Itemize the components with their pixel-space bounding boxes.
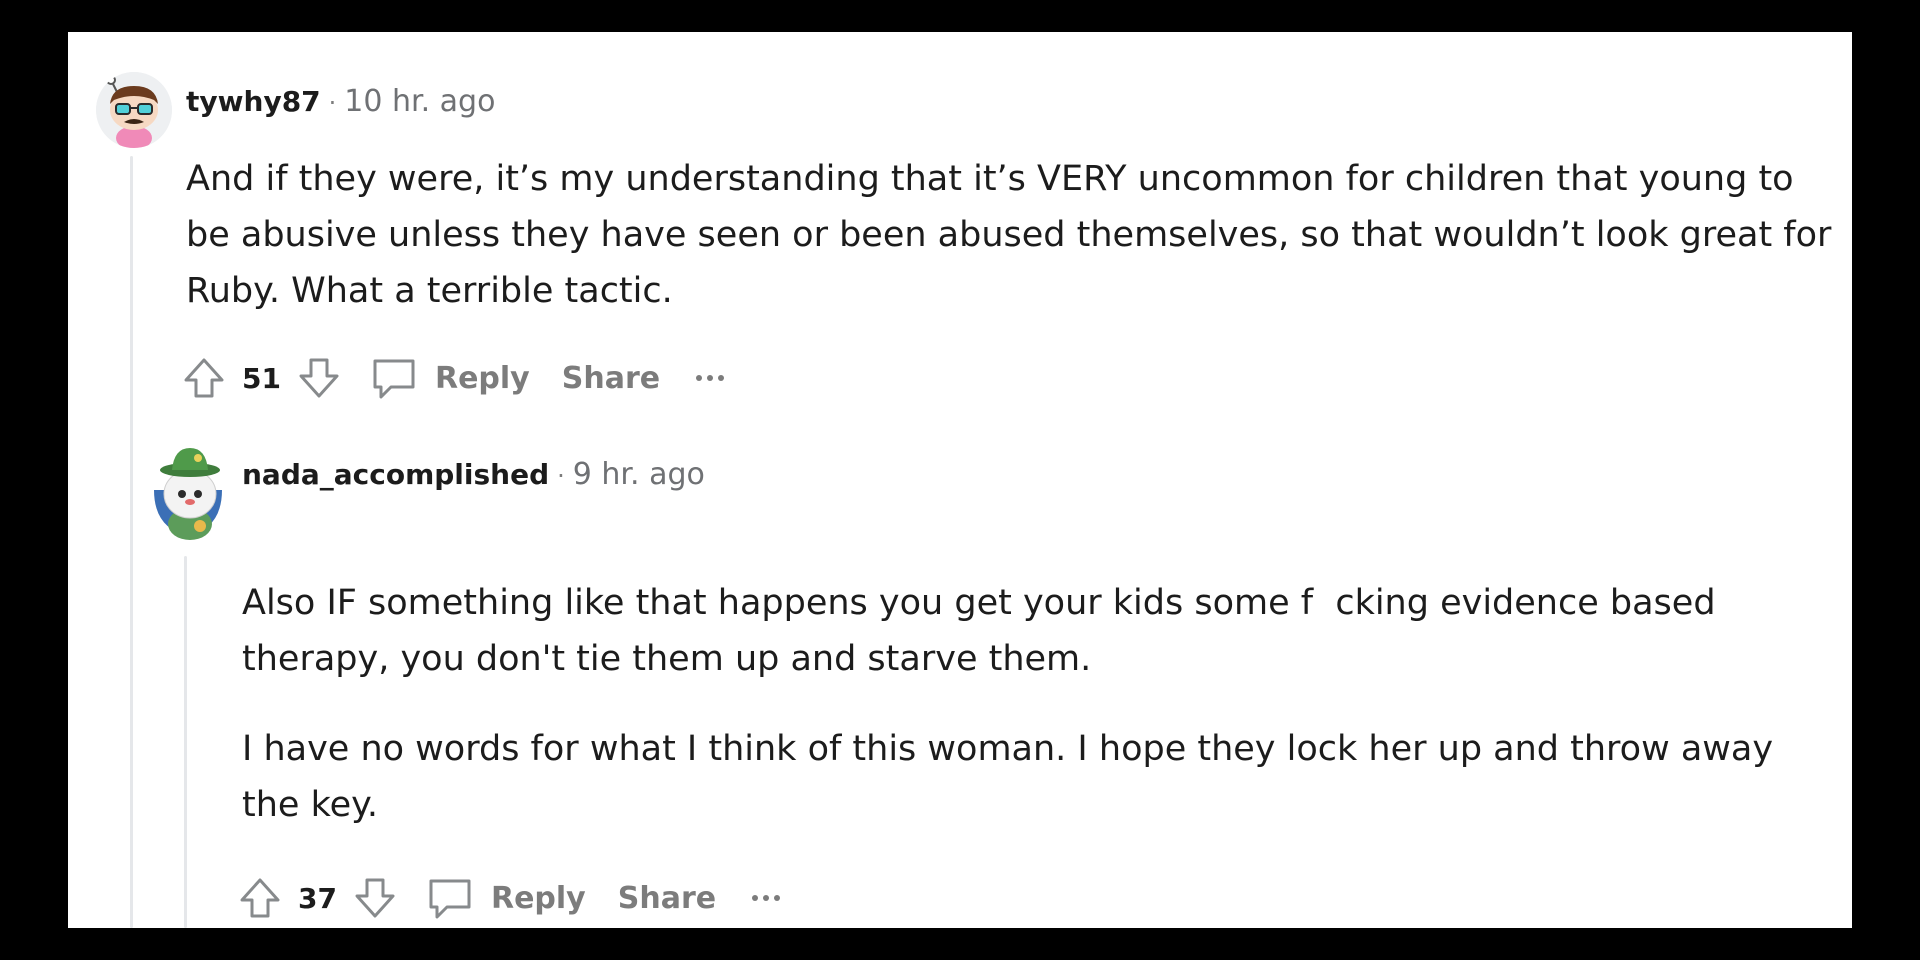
comment-bubble-icon [425,873,475,923]
downvote-icon[interactable] [351,874,399,922]
comment-paragraph: Also IF something like that happens you … [242,583,1727,679]
snoo-avatar-glasses-icon [96,72,172,148]
meta-separator: · [557,462,565,490]
downvote-icon[interactable] [295,354,343,402]
avatar[interactable] [150,440,226,544]
username[interactable]: tywhy87 [186,85,321,118]
vote-count: 37 [298,881,337,915]
timestamp[interactable]: 10 hr. ago [344,84,495,119]
timestamp[interactable]: 9 hr. ago [573,457,705,492]
more-options-icon[interactable] [752,895,781,901]
comment-actions: 51 Reply Share [180,350,725,406]
reply-button[interactable]: Reply [425,873,586,923]
comment-bubble-icon [369,353,419,403]
username[interactable]: nada_accomplished [242,458,549,491]
snoo-avatar-green-hat-icon [150,440,226,544]
more-options-icon[interactable] [696,375,725,381]
avatar[interactable] [96,72,172,148]
thread-line[interactable] [130,156,133,928]
comment-thread-panel: tywhy87 · 10 hr. ago And if they were, i… [68,32,1852,928]
share-button[interactable]: Share [618,881,716,916]
comment-paragraph: I have no words for what I think of this… [242,729,1774,825]
comment-meta: nada_accomplished · 9 hr. ago [242,457,705,492]
meta-separator: · [328,89,337,117]
comment-meta: tywhy87 · 10 hr. ago [186,84,495,119]
reply-button[interactable]: Reply [369,353,530,403]
comment-actions: 37 Reply Share [236,870,781,926]
vote-count: 51 [242,361,281,395]
thread-line[interactable] [184,556,187,928]
comment-body: And if they were, it’s my understanding … [186,159,1832,311]
upvote-icon[interactable] [236,874,284,922]
share-button[interactable]: Share [562,361,660,396]
upvote-icon[interactable] [180,354,228,402]
reply-label: Reply [490,880,586,916]
reply-label: Reply [434,360,530,396]
